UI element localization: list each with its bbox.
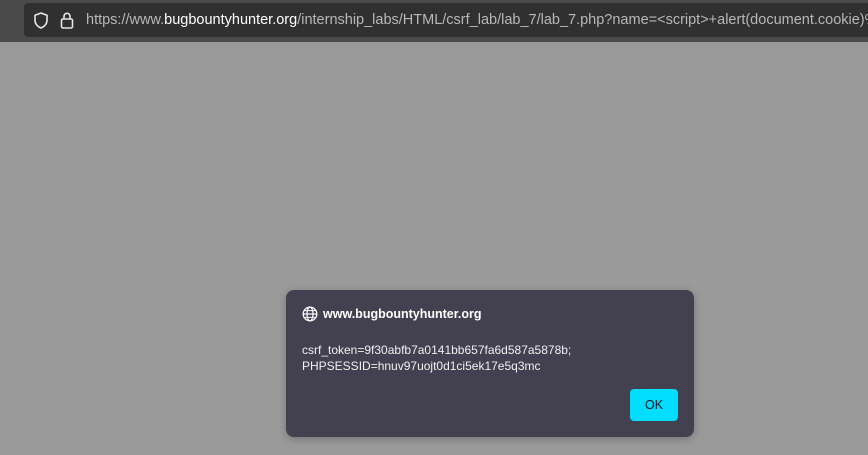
alert-dialog: www.bugbountyhunter.org csrf_token=9f30a…: [286, 290, 694, 437]
url-path: /internship_labs/HTML/csrf_lab/lab_7/lab…: [297, 12, 868, 28]
shield-icon[interactable]: [32, 11, 50, 29]
address-bar[interactable]: https://www.bugbountyhunter.org/internsh…: [24, 3, 868, 37]
url-prefix: https://www.: [86, 12, 165, 28]
url-text[interactable]: https://www.bugbountyhunter.org/internsh…: [86, 12, 868, 28]
url-host: bugbountyhunter.org: [164, 12, 298, 28]
dialog-origin: www.bugbountyhunter.org: [323, 307, 482, 321]
browser-toolbar: https://www.bugbountyhunter.org/internsh…: [0, 0, 868, 42]
message-line: PHPSESSID=hnuv97uojt0d1ci5ek17e5q3mc: [302, 359, 541, 373]
message-line: csrf_token=9f30abfb7a0141bb657fa6d587a58…: [302, 343, 572, 357]
lock-icon[interactable]: [58, 11, 76, 29]
globe-icon: [302, 306, 318, 322]
dialog-header: www.bugbountyhunter.org: [302, 306, 482, 322]
dialog-message: csrf_token=9f30abfb7a0141bb657fa6d587a58…: [302, 342, 678, 374]
ok-button[interactable]: OK: [630, 389, 678, 421]
